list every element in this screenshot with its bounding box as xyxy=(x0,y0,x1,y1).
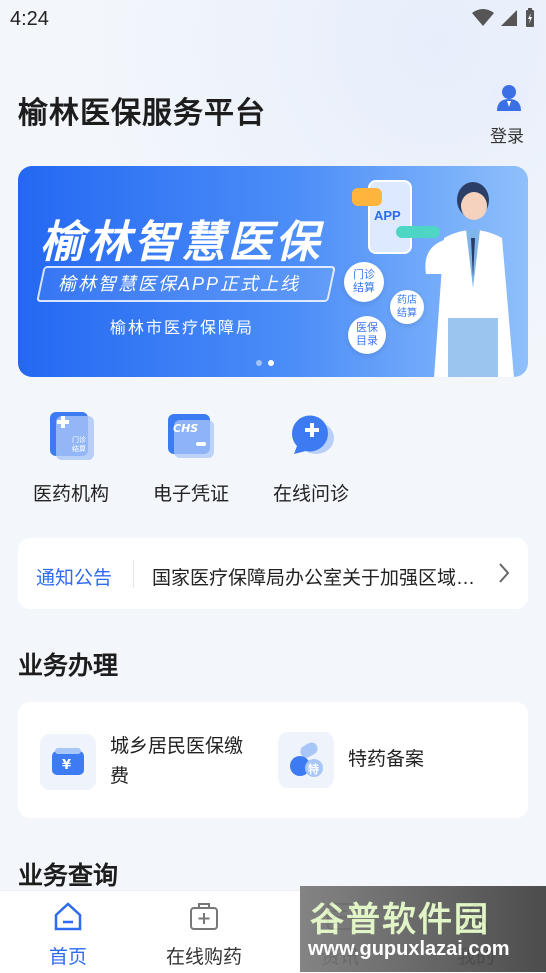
tab-home[interactable]: 首页 xyxy=(18,901,118,969)
notice-divider xyxy=(133,560,134,588)
login-label: 登录 xyxy=(490,127,524,146)
chevron-right-icon[interactable] xyxy=(498,562,510,584)
watermark-brand: 谷普软件园 xyxy=(310,901,490,939)
special-drug-icon: 特 xyxy=(278,732,334,788)
medkit-icon xyxy=(190,903,218,930)
status-icons xyxy=(472,8,536,28)
home-icon xyxy=(54,902,82,931)
promo-banner[interactable]: 榆林智慧医保 榆林智慧医保APP正式上线 榆林市医疗保障局 APP 门诊 结算 … xyxy=(18,166,528,377)
quick-entry-label: 电子凭证 xyxy=(152,484,229,505)
notice-tag: 通知公告 xyxy=(36,568,113,589)
query-section-title: 业务查询 xyxy=(18,862,119,890)
business-item-label: 城乡居民医保缴费 xyxy=(110,736,244,787)
doctor-illustration xyxy=(425,182,514,377)
clinic-card-icon: 门诊 结算 xyxy=(50,412,94,460)
avatar[interactable] xyxy=(490,78,528,116)
battery-icon xyxy=(526,8,534,27)
banner-headline: 榆林智慧医保 xyxy=(40,218,322,267)
signal-icon xyxy=(501,10,517,26)
page-title: 榆林医保服务平台 xyxy=(18,97,266,130)
quick-entry-e-voucher[interactable]: CHS 电子凭证 xyxy=(146,410,236,506)
tab-online-pharmacy[interactable]: 在线购药 xyxy=(154,901,254,969)
watermark-url: www.gupuxlazai.com xyxy=(308,938,510,960)
notice-text[interactable]: 国家医疗保障局办公室关于加强区域协同做好2024年医疗保障基金监管工作的通知 xyxy=(152,563,492,590)
business-card: ¥ 城乡居民医保缴费 特 特药备案 xyxy=(18,702,528,818)
wifi-icon xyxy=(472,9,494,26)
phone-badge: APP xyxy=(374,208,401,223)
status-time: 4:24 xyxy=(10,8,49,30)
quick-entry-grid: 门诊 结算 医药机构 CHS 电子凭证 在线问诊 xyxy=(26,410,356,506)
business-section-title: 业务办理 xyxy=(18,652,119,680)
svg-text:¥: ¥ xyxy=(62,758,71,773)
svg-text:结算: 结算 xyxy=(72,444,86,453)
tab-label: 首页 xyxy=(48,947,87,968)
banner-dot-2[interactable] xyxy=(268,360,274,366)
business-item-special-drug-filing[interactable]: 特 特药备案 xyxy=(278,732,424,788)
quick-entry-label: 在线问诊 xyxy=(272,484,349,505)
watermark-overlay: 谷普软件园 www.gupuxlazai.com xyxy=(300,886,546,972)
banner-tag-outpatient: 门诊 结算 xyxy=(344,262,384,302)
banner-pagination[interactable] xyxy=(256,360,274,366)
svg-text:CHS: CHS xyxy=(173,422,198,435)
quick-entry-label: 医药机构 xyxy=(32,484,109,505)
notice-bar[interactable]: 通知公告 国家医疗保障局办公室关于加强区域协同做好2024年医疗保障基金监管工作… xyxy=(18,538,528,609)
quick-entry-online-consult[interactable]: 在线问诊 xyxy=(266,410,356,506)
chs-card-icon: CHS xyxy=(168,414,214,458)
svg-text:门诊: 门诊 xyxy=(72,435,86,444)
user-avatar-icon xyxy=(497,85,521,111)
chat-plus-icon xyxy=(291,415,334,454)
chat-bubble-decor xyxy=(352,188,382,206)
status-bar: 4:24 xyxy=(0,0,546,38)
banner-subline: 榆林智慧医保APP正式上线 xyxy=(58,274,301,294)
banner-tag-catalog: 医保 目录 xyxy=(348,316,386,354)
quick-entry-medical-institutions[interactable]: 门诊 结算 医药机构 xyxy=(26,410,116,506)
svg-text:特: 特 xyxy=(308,762,319,776)
login-button[interactable]: 登录 xyxy=(490,78,530,147)
tab-label: 在线购药 xyxy=(165,947,242,968)
banner-dot-1[interactable] xyxy=(256,360,262,366)
banner-org: 榆林市医疗保障局 xyxy=(110,320,255,337)
business-item-label: 特药备案 xyxy=(348,749,425,770)
yuan-wallet-icon: ¥ xyxy=(40,734,96,790)
business-item-resident-insurance-payment[interactable]: ¥ 城乡居民医保缴费 xyxy=(40,732,260,792)
